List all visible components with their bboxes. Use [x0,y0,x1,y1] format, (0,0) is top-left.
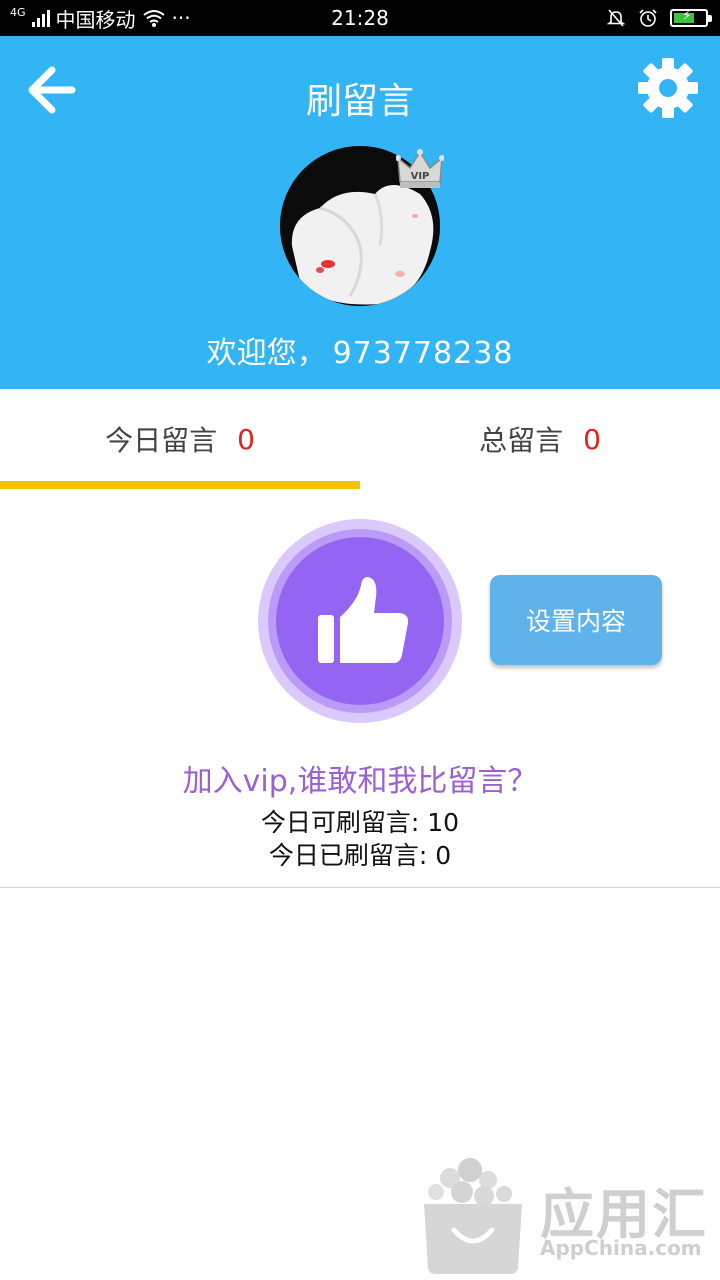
tab-label: 总留言 [479,424,564,457]
watermark-domain: AppChina.com [540,1236,702,1260]
stat-value: 10 [427,808,460,837]
shopping-bag-logo-icon [424,1158,522,1274]
today-available-stat: 今日可刷留言: 10 [0,803,720,839]
stat-label: 今日可刷留言: [260,808,420,837]
tab-today-messages[interactable]: 今日留言 0 [0,389,360,489]
welcome-label: 欢迎您， [206,336,327,371]
user-avatar[interactable]: VIP [280,146,444,306]
tab-count: 0 [237,422,255,456]
bell-muted-icon [606,9,626,27]
settings-button[interactable] [636,56,700,120]
vip-promo-link[interactable]: 加入vip,谁敢和我比留言？ [0,756,720,800]
gear-icon [638,58,698,118]
set-content-button[interactable]: 设置内容 [490,575,662,665]
thumbs-up-icon [318,577,408,663]
like-button[interactable] [258,519,462,723]
profile-header: 刷留言 VIP 欢迎您， 973778238 [0,36,720,389]
vip-badge-text: VIP [411,171,430,182]
tab-active-indicator [0,481,360,489]
tab-total-messages[interactable]: 总留言 0 [360,389,720,489]
welcome-message: 欢迎您， 973778238 [0,328,720,372]
divider [0,887,720,888]
stat-label: 今日已刷留言: [268,841,428,870]
page-title: 刷留言 [305,81,414,122]
alarm-icon [639,9,657,27]
appchina-watermark: 应用汇 AppChina.com [418,1156,718,1276]
tab-count: 0 [583,422,601,456]
user-id: 973778238 [332,336,514,371]
status-bar: 4G 中国移动 ··· 21:28 ⚡ [0,0,720,36]
battery-icon: ⚡ [670,8,712,27]
stats-tabs: 今日留言 0 总留言 0 [0,389,720,489]
tab-label: 今日留言 [105,424,218,457]
status-bar-right: ⚡ [606,6,712,30]
crown-icon: VIP [396,149,444,188]
stat-value: 0 [435,841,452,870]
today-done-stat: 今日已刷留言: 0 [0,836,720,872]
